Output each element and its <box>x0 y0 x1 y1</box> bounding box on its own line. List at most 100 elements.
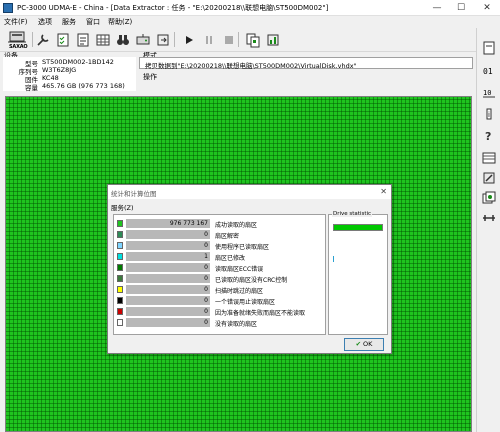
window-title: PC-3000 UDMA-E - China - [Data Extractor… <box>17 4 329 12</box>
right-toolbar: 01 10 i ? <box>476 28 500 432</box>
drive-icon <box>8 31 26 43</box>
stat-color-swatch <box>117 242 123 249</box>
minimize-button[interactable]: — <box>426 2 448 14</box>
dialog-close-icon[interactable]: ✕ <box>380 187 387 196</box>
report-button[interactable] <box>74 31 90 47</box>
hdd-button[interactable] <box>134 31 150 47</box>
svg-text:10: 10 <box>483 89 491 97</box>
device-panel: 型号 ST500DM002-1BD142 序列号 W3T6Z8JG 固件 KC4… <box>3 57 136 92</box>
calc-button[interactable] <box>54 31 70 47</box>
menu-help[interactable]: 帮助(Z) <box>108 17 132 27</box>
toolbar: SAXAO <box>0 28 476 52</box>
ok-button[interactable]: ✔ OK <box>344 338 384 351</box>
stat-label: 一个错误用止读取扇区 <box>215 299 276 306</box>
stat-value: 976 773 167 <box>169 220 208 227</box>
statistics-icon <box>267 34 279 46</box>
menu-window[interactable]: 窗口 <box>86 17 100 27</box>
side-tool-9[interactable] <box>481 210 497 226</box>
menu-options[interactable]: 选项 <box>38 17 52 27</box>
binoculars-icon <box>117 35 129 45</box>
side-tool-3[interactable]: 10 <box>481 84 497 100</box>
menu-file[interactable]: 文件(F) <box>4 17 28 27</box>
operations-section-label: 操作 <box>143 73 157 81</box>
play-icon <box>186 36 193 44</box>
stop-button[interactable] <box>220 31 236 47</box>
stat-label: 因为准备就绪失败而扇区不能读取 <box>215 310 306 317</box>
task-path: 拷贝数据到"E:\20200218\\联想电脑\ST500DM002\Virtu… <box>145 62 357 70</box>
stat-value: 0 <box>204 308 208 315</box>
stat-label: 读取扇区ECC错误 <box>215 266 264 273</box>
dialog-menu-service[interactable]: 服务(Z) <box>111 202 134 212</box>
stat-row: 1 扇区已修改 <box>117 252 324 262</box>
ok-label: OK <box>363 340 373 348</box>
toolbar-separator <box>174 32 175 47</box>
model-value: ST500DM002-1BD142 <box>42 58 114 66</box>
stat-row: 0 读取扇区ECC错误 <box>117 263 324 273</box>
hard-drive-icon <box>136 34 150 45</box>
table-icon <box>482 152 496 164</box>
data-icon: 01 <box>483 67 493 76</box>
saxao-button[interactable]: SAXAO <box>4 30 30 50</box>
menu-bar: 文件(F) 选项 服务 窗口 帮助(Z) <box>0 16 500 28</box>
copy-button[interactable] <box>244 31 260 48</box>
stop-icon <box>225 36 233 44</box>
search-button[interactable] <box>114 31 130 47</box>
maximize-button[interactable]: ☐ <box>450 2 472 14</box>
copy-icon <box>246 33 260 48</box>
stat-color-swatch <box>117 308 123 315</box>
side-tool-1[interactable] <box>481 40 497 56</box>
pause-button[interactable] <box>200 31 216 47</box>
close-button[interactable]: ✕ <box>476 2 498 14</box>
menu-service[interactable]: 服务 <box>62 17 76 27</box>
stat-color-swatch <box>117 319 123 326</box>
sector-icon <box>483 41 495 55</box>
drive-cursor <box>333 256 334 262</box>
side-tool-5[interactable]: ? <box>481 128 497 144</box>
document-icon <box>77 33 89 47</box>
side-tool-2[interactable]: 01 <box>481 62 497 78</box>
capacity-label: 容量 <box>25 84 38 92</box>
statistics-dialog: 统计和计算位图 ✕ 服务(Z) 976 773 167 成功读取的扇区 0 扇区… <box>107 184 392 354</box>
pause-icon <box>206 36 212 44</box>
stat-color-swatch <box>117 264 123 271</box>
stat-value: 0 <box>204 297 208 304</box>
drive-progress-bar <box>333 224 383 231</box>
stat-value: 0 <box>204 286 208 293</box>
sector-map-button[interactable] <box>94 31 110 47</box>
stat-label: 扫描时跳过的扇区 <box>215 288 264 295</box>
stat-value: 0 <box>204 275 208 282</box>
drive-statistic-label: Drive statistic <box>332 211 373 217</box>
stat-value: 0 <box>204 231 208 238</box>
stat-label: 扇区已修改 <box>215 255 246 262</box>
stat-row: 0 扇区解密 <box>117 230 324 240</box>
stat-label: 已读取的扇区没有CRC控制 <box>215 277 288 284</box>
info-icon: i <box>486 108 492 120</box>
export-icon <box>157 34 169 46</box>
side-tool-6[interactable] <box>481 150 497 166</box>
dialog-title-bar: 统计和计算位图 ✕ <box>108 185 391 199</box>
stat-row: 0 扫描时跳过的扇区 <box>117 285 324 295</box>
tools-icon <box>483 172 495 184</box>
side-tool-7[interactable] <box>481 170 497 186</box>
svg-text:01: 01 <box>483 67 493 76</box>
start-button[interactable] <box>180 31 196 47</box>
stat-row: 0 一个错误用止读取扇区 <box>117 296 324 306</box>
hex-icon: 10 <box>483 89 495 98</box>
stat-label: 成功读取的扇区 <box>215 222 258 229</box>
drive-statistic-panel: Drive statistic <box>328 211 388 335</box>
stats-button[interactable] <box>264 31 280 47</box>
toolbar-separator <box>32 32 33 47</box>
stats-list: 976 773 167 成功读取的扇区 0 扇区解密 0 使用程序已读取扇区 1… <box>113 214 326 335</box>
wrench-icon <box>37 34 49 46</box>
firmware-value: KC48 <box>42 74 59 82</box>
stat-color-swatch <box>117 253 123 260</box>
capacity-value: 465.76 GB (976 773 168) <box>42 82 125 90</box>
grid-icon <box>96 34 110 46</box>
connector-icon <box>483 215 495 221</box>
side-tool-4[interactable]: i <box>481 106 497 122</box>
export-button[interactable] <box>154 31 170 47</box>
tools-button[interactable] <box>34 31 50 47</box>
stat-row: 976 773 167 成功读取的扇区 <box>117 219 324 229</box>
side-tool-8[interactable] <box>481 190 497 206</box>
serial-value: W3T6Z8JG <box>42 66 77 74</box>
